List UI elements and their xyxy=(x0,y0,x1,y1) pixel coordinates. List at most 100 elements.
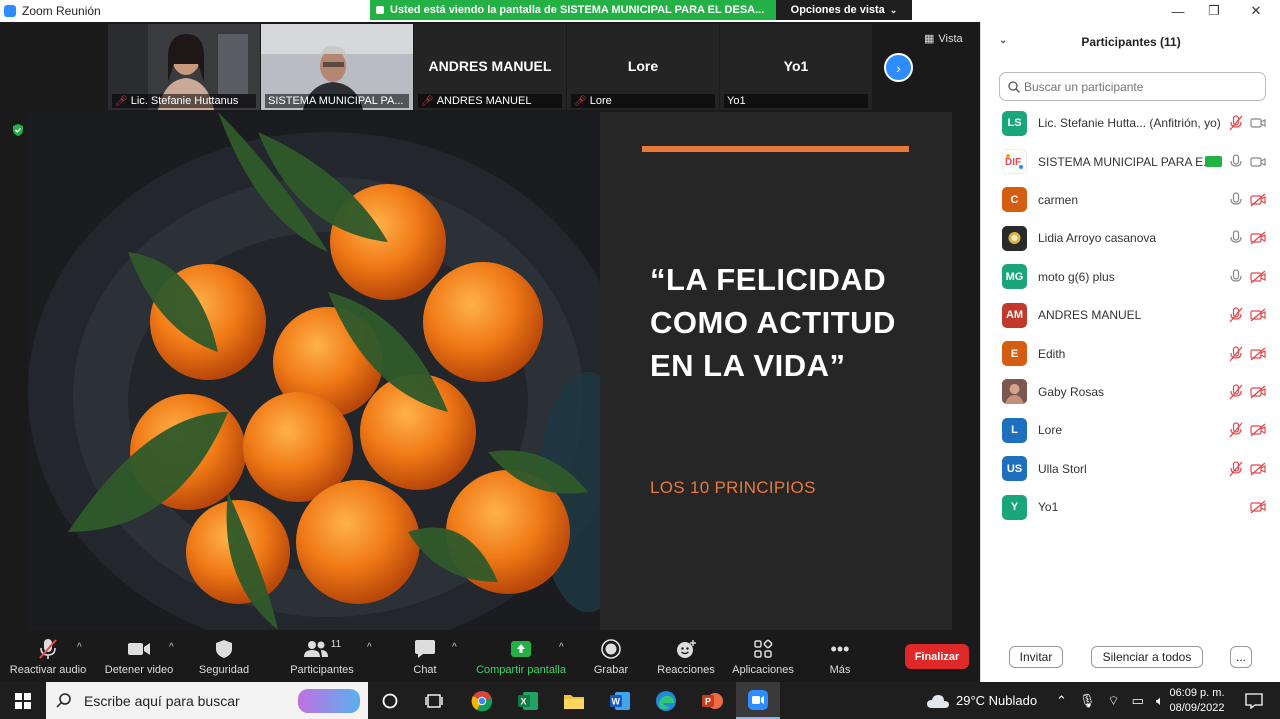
video-tile[interactable]: ANDRES MANUEL 🎤︎ ANDRES MANUEL xyxy=(414,24,566,110)
video-tile[interactable]: Lore 🎤︎ Lore xyxy=(567,24,719,110)
view-button[interactable]: ▦ Vista xyxy=(924,32,963,46)
video-off-icon[interactable] xyxy=(1249,461,1267,477)
video-tile[interactable]: Yo1 Yo1 xyxy=(720,24,872,110)
video-tile[interactable]: SISTEMA MUNICIPAL PA... xyxy=(261,24,413,110)
powerpoint-icon[interactable]: P xyxy=(690,682,734,719)
participant-row[interactable]: DIF SISTEMA MUNICIPAL PARA E... xyxy=(981,142,1280,180)
participant-row[interactable]: US Ulla Storl xyxy=(981,450,1280,488)
mic-icon[interactable] xyxy=(1227,230,1245,246)
invite-button[interactable]: Invitar xyxy=(1009,646,1063,668)
record-button[interactable]: Grabar xyxy=(586,632,636,682)
participant-name: Lore xyxy=(1038,423,1063,438)
participant-row[interactable]: AM ANDRES MANUEL xyxy=(981,296,1280,334)
participant-row[interactable]: LS Lic. Stefanie Hutta... (Anfitrión, yo… xyxy=(981,104,1280,142)
restore-window-icon[interactable]: ❐ xyxy=(1194,0,1234,22)
taskbar-clock[interactable]: 06:09 p. m. 08/09/2022 xyxy=(1166,686,1228,716)
windows-start-icon[interactable] xyxy=(0,682,46,719)
video-camera-icon[interactable] xyxy=(1249,154,1267,170)
minimize-window-button[interactable]: — xyxy=(1158,0,1198,22)
slide-text-pane: “LA FELICIDAD COMO ACTITUD EN LA VIDA” L… xyxy=(600,112,952,630)
end-meeting-button[interactable]: Finalizar xyxy=(905,644,969,669)
muted-mic-icon: 🎤︎ xyxy=(421,95,434,107)
video-off-icon[interactable] xyxy=(1249,192,1267,208)
excel-icon[interactable]: X xyxy=(506,682,550,719)
participant-row[interactable]: C carmen xyxy=(981,181,1280,219)
meeting-toolbar: Reactivar audio ^ Detener video ^ Seguri… xyxy=(0,632,980,682)
file-explorer-icon[interactable] xyxy=(552,682,596,719)
muted-mic-icon[interactable] xyxy=(1227,345,1245,362)
share-options-caret[interactable]: ^ xyxy=(559,642,564,653)
view-options-button[interactable]: Opciones de vista ⌄ xyxy=(776,0,912,20)
video-off-icon[interactable] xyxy=(1249,307,1267,323)
reactions-button[interactable]: Reacciones xyxy=(652,632,720,682)
shield-icon xyxy=(215,637,233,661)
video-off-icon[interactable] xyxy=(1249,422,1267,438)
tangerines-bowl-image xyxy=(28,112,600,630)
gallery-next-button[interactable]: › xyxy=(884,53,913,82)
panel-more-button[interactable]: ... xyxy=(1230,646,1252,668)
video-off-icon[interactable] xyxy=(1249,269,1267,285)
mute-all-button[interactable]: Silenciar a todos xyxy=(1091,646,1203,668)
participant-row[interactable]: Gaby Rosas xyxy=(981,373,1280,411)
weather-widget[interactable]: 29°C Nublado xyxy=(926,682,1037,719)
participants-button[interactable]: 11 Participantes xyxy=(284,632,360,682)
muted-mic-icon[interactable] xyxy=(1227,422,1245,438)
mic-icon[interactable] xyxy=(1227,192,1245,208)
mic-icon[interactable] xyxy=(1227,153,1245,170)
video-camera-icon[interactable] xyxy=(1249,115,1267,131)
mic-icon[interactable] xyxy=(1227,269,1245,285)
participant-row[interactable]: E Edith xyxy=(981,334,1280,372)
video-options-caret[interactable]: ^ xyxy=(169,642,174,653)
video-tile[interactable]: 🎤︎ Lic. Stefanie Huttanus xyxy=(108,24,260,110)
avatar: LS xyxy=(1002,110,1027,136)
word-icon[interactable]: W xyxy=(598,682,642,719)
notification-center-icon[interactable] xyxy=(1234,682,1274,719)
battery-icon[interactable]: ▭ xyxy=(1132,693,1144,709)
security-button[interactable]: Seguridad xyxy=(194,632,254,682)
participant-row[interactable]: Y Yo1 xyxy=(981,488,1280,526)
panel-header: ⌄ Participantes (11) xyxy=(981,22,1280,62)
apps-button[interactable]: Aplicaciones xyxy=(728,632,798,682)
audio-options-caret[interactable]: ^ xyxy=(77,642,82,653)
share-screen-button[interactable]: Compartir pantalla xyxy=(470,632,572,682)
participant-search[interactable] xyxy=(999,72,1266,101)
video-off-icon[interactable] xyxy=(1249,230,1267,246)
participant-row[interactable]: L Lore xyxy=(981,411,1280,449)
participant-search-input[interactable] xyxy=(1024,79,1254,94)
chat-options-caret[interactable]: ^ xyxy=(452,642,457,653)
participants-options-caret[interactable]: ^ xyxy=(367,642,372,653)
tile-label: 🎤︎ Lore xyxy=(571,94,715,108)
video-camera-icon xyxy=(127,637,151,661)
participant-row[interactable]: MG moto g(6) plus xyxy=(981,258,1280,296)
zoom-taskbar-icon[interactable] xyxy=(736,682,780,719)
video-off-icon[interactable] xyxy=(1249,346,1267,362)
chat-button[interactable]: Chat xyxy=(400,632,450,682)
participant-row[interactable]: Lidia Arroyo casanova xyxy=(981,219,1280,257)
edge-icon[interactable] xyxy=(644,682,688,719)
unmute-audio-button[interactable]: Reactivar audio xyxy=(8,632,88,682)
gallery-strip: 🎤︎ Lic. Stefanie Huttanus SISTEMA MUNICI… xyxy=(108,24,873,110)
stop-video-button[interactable]: Detener video xyxy=(100,632,178,682)
taskbar-search[interactable]: Escribe aquí para buscar xyxy=(46,682,368,719)
participants-count: 11 xyxy=(330,638,342,650)
clock-time: 06:09 p. m. xyxy=(1169,687,1225,699)
zoom-logo-icon xyxy=(4,5,16,17)
video-off-icon[interactable] xyxy=(1249,499,1267,515)
network-icon[interactable]: ⌔ xyxy=(1107,693,1119,709)
muted-mic-icon[interactable] xyxy=(1227,461,1245,477)
task-view-circle-icon[interactable] xyxy=(370,682,410,719)
chrome-icon[interactable] xyxy=(460,682,504,719)
volume-icon[interactable]: 🔈︎ xyxy=(1156,693,1164,709)
microphone-icon[interactable]: 🎙︎ xyxy=(1079,693,1096,709)
muted-mic-icon[interactable] xyxy=(1227,384,1245,400)
video-off-icon[interactable] xyxy=(1249,384,1267,400)
chevron-down-icon[interactable]: ⌄ xyxy=(999,35,1007,46)
task-view-icon[interactable] xyxy=(414,682,454,719)
muted-mic-icon[interactable] xyxy=(1227,115,1245,131)
muted-mic-icon[interactable] xyxy=(1227,307,1245,323)
chevron-up-icon[interactable]: ⌃ xyxy=(1056,693,1067,709)
share-screen-label: Compartir pantalla xyxy=(476,664,566,676)
encryption-shield-icon[interactable] xyxy=(12,124,24,136)
more-button[interactable]: ••• Más xyxy=(818,632,862,682)
close-window-button[interactable]: ✕ xyxy=(1236,0,1276,22)
